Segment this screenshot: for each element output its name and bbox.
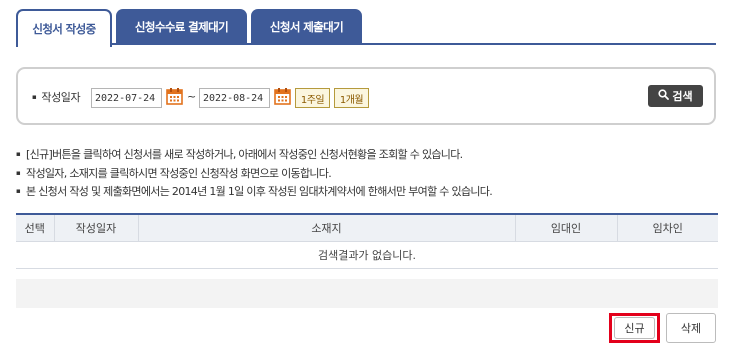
calendar-icon[interactable]	[274, 87, 291, 105]
magnifier-icon	[658, 89, 670, 103]
column-header-address: 소재지	[138, 213, 516, 242]
calendar-icon[interactable]	[166, 87, 183, 105]
date-label: 작성일자	[32, 89, 80, 105]
table-header-row: 선택 작성일자 소재지 임대인 임차인	[16, 213, 718, 242]
tab-fee-payment-pending[interactable]: 신청수수료 결제대기	[116, 9, 247, 45]
period-1week-button[interactable]: 1주일	[295, 88, 330, 108]
column-header-select: 선택	[16, 213, 55, 242]
column-header-date: 작성일자	[54, 213, 139, 242]
application-table: 선택 작성일자 소재지 임대인 임차인 검색결과가 없습니다.	[16, 213, 718, 269]
start-date-input[interactable]	[91, 88, 162, 108]
empty-result-message: 검색결과가 없습니다.	[16, 241, 718, 269]
tab-drafting[interactable]: 신청서 작성중	[16, 9, 112, 47]
date-separator: ~	[187, 90, 197, 103]
note-item: 작성일자, 소재지를 클릭하시면 작성중인 신청작성 화면으로 이동합니다.	[16, 165, 716, 184]
end-date-input[interactable]	[199, 88, 270, 108]
column-header-lessee: 임차인	[617, 213, 718, 242]
tab-bar: 신청서 작성중 신청수수료 결제대기 신청서 제출대기	[16, 9, 716, 47]
search-button[interactable]: 검색	[648, 85, 703, 107]
tab-submission-pending[interactable]: 신청서 제출대기	[251, 9, 362, 45]
search-button-label: 검색	[672, 90, 693, 103]
new-button[interactable]: 신규	[609, 313, 660, 343]
period-1month-button[interactable]: 1개월	[334, 88, 369, 108]
note-item: 본 신청서 작성 및 제출화면에서는 2014년 1월 1일 이후 작성된 임대…	[16, 183, 716, 202]
delete-button[interactable]: 삭제	[666, 313, 716, 343]
guide-notes: [신규]버튼을 클릭하여 신청서를 새로 작성하거나, 아래에서 작성중인 신청…	[16, 146, 716, 202]
note-item: [신규]버튼을 클릭하여 신청서를 새로 작성하거나, 아래에서 작성중인 신청…	[16, 146, 716, 165]
column-header-lessor: 임대인	[515, 213, 618, 242]
search-panel: 작성일자 ~ 1주일 1개월 검색	[16, 67, 716, 125]
new-button-label: 신규	[614, 317, 655, 339]
table-row: 검색결과가 없습니다.	[16, 241, 718, 269]
pagination-area	[16, 279, 718, 308]
